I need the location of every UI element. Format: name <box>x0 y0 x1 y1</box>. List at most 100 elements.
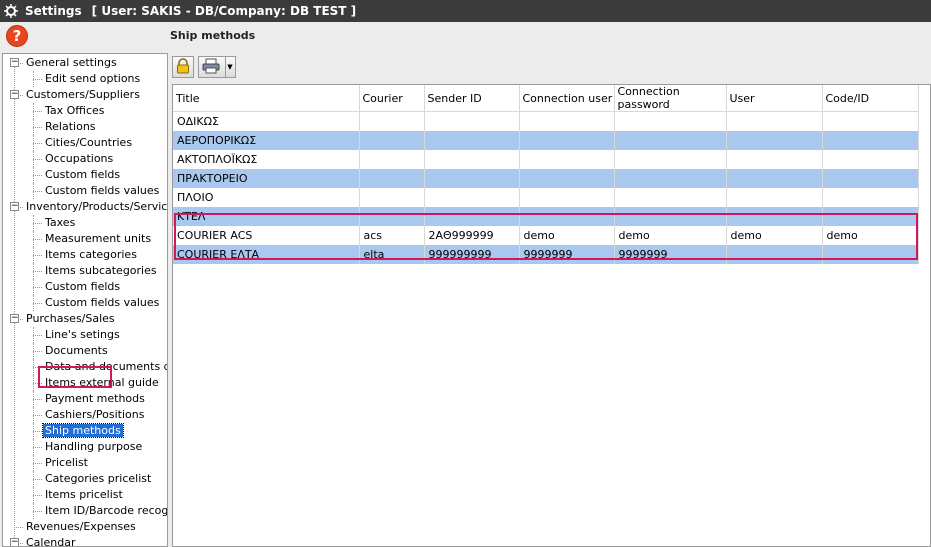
empty-cell <box>519 510 615 530</box>
cell-connection-user[interactable] <box>519 130 615 150</box>
cell-courier[interactable] <box>359 130 425 150</box>
cell-courier[interactable] <box>359 111 425 131</box>
table-row[interactable]: ΑΚΤΟΠΛΟΪΚΩΣ <box>173 149 919 169</box>
tree-item[interactable]: Occupations <box>43 151 115 167</box>
cell-sender-id[interactable] <box>424 168 520 188</box>
column-header-sender-id[interactable]: Sender ID <box>424 85 520 112</box>
cell-sender-id[interactable] <box>424 111 520 131</box>
cell-user[interactable] <box>726 111 823 131</box>
tree-item[interactable]: Items categories <box>43 247 139 263</box>
empty-cell <box>614 491 727 511</box>
tree-item[interactable]: Customers/Suppliers <box>24 87 142 103</box>
tree-item[interactable]: Relations <box>43 119 98 135</box>
cell-title[interactable]: ΟΔΙΚΩΣ <box>173 111 360 131</box>
cell-connection-password[interactable] <box>614 149 727 169</box>
cell-user[interactable] <box>726 187 823 207</box>
column-header-code-id[interactable]: Code/ID <box>822 85 919 112</box>
cell-sender-id[interactable] <box>424 149 520 169</box>
tree-item[interactable]: Line's setings <box>43 327 122 343</box>
tree-item[interactable]: Custom fields <box>43 167 122 183</box>
cell-sender-id[interactable] <box>424 187 520 207</box>
cell-connection-user[interactable] <box>519 168 615 188</box>
tree-item[interactable]: Items pricelist <box>43 487 125 503</box>
cell-connection-user[interactable] <box>519 111 615 131</box>
tree-branch-line <box>33 487 34 503</box>
tree-item[interactable]: Calendar <box>24 535 77 546</box>
tree-item[interactable]: Tax Offices <box>43 103 107 119</box>
cell-code-id[interactable] <box>822 149 919 169</box>
tree-connector <box>33 447 42 448</box>
tree-item[interactable]: Payment methods <box>43 391 147 407</box>
cell-title[interactable]: ΑΕΡΟΠΟΡΙΚΩΣ <box>173 130 360 150</box>
tree-expander-icon[interactable]: − <box>10 538 19 546</box>
tree-item[interactable]: Categories pricelist <box>43 471 153 487</box>
tree-item[interactable]: Cities/Countries <box>43 135 134 151</box>
empty-row <box>173 301 919 321</box>
cell-title[interactable]: ΠΛΟΙΟ <box>173 187 360 207</box>
cell-code-id[interactable] <box>822 187 919 207</box>
cell-title[interactable]: ΠΡΑΚΤΟΡΕΙΟ <box>173 168 360 188</box>
tree-item[interactable]: Cashiers/Positions <box>43 407 146 423</box>
cell-code-id[interactable] <box>822 130 919 150</box>
cell-sender-id[interactable] <box>424 130 520 150</box>
tree-expander-icon[interactable]: − <box>10 58 19 67</box>
tree-item[interactable]: Handling purpose <box>43 439 144 455</box>
cell-title[interactable]: ΑΚΤΟΠΛΟΪΚΩΣ <box>173 149 360 169</box>
cell-connection-user[interactable] <box>519 187 615 207</box>
tree-item[interactable]: Measurement units <box>43 231 153 247</box>
cell-courier[interactable] <box>359 168 425 188</box>
cell-courier[interactable] <box>359 187 425 207</box>
tree-item[interactable]: Taxes <box>43 215 77 231</box>
tree-expander-icon[interactable]: − <box>10 314 19 323</box>
tree-item[interactable]: Documents <box>43 343 110 359</box>
cell-user[interactable] <box>726 168 823 188</box>
tree-item[interactable]: Ship methods <box>42 423 124 439</box>
tree-item[interactable]: Item ID/Barcode recognize <box>43 503 167 519</box>
cell-courier[interactable] <box>359 149 425 169</box>
tree-item[interactable]: Purchases/Sales <box>24 311 117 327</box>
column-header-title[interactable]: Title <box>173 85 360 112</box>
tree-item-label: General settings <box>26 56 117 69</box>
column-header-user[interactable]: User <box>726 85 823 112</box>
help-button[interactable]: ? <box>6 25 28 47</box>
print-button[interactable]: ▼ <box>198 56 236 78</box>
cell-code-id[interactable] <box>822 111 919 131</box>
cell-code-id[interactable] <box>822 168 919 188</box>
tree-item[interactable]: Inventory/Products/Services <box>24 199 167 215</box>
tree-item[interactable]: Custom fields values <box>43 183 161 199</box>
cell-user[interactable] <box>726 130 823 150</box>
empty-cell <box>726 453 823 473</box>
table-row[interactable]: ΟΔΙΚΩΣ <box>173 111 919 131</box>
tree-item[interactable]: Edit send options <box>43 71 142 87</box>
empty-cell <box>424 472 520 492</box>
chevron-down-icon[interactable]: ▼ <box>225 57 234 77</box>
empty-cell <box>614 358 727 378</box>
tree-connector <box>33 463 42 464</box>
empty-cell <box>173 472 360 492</box>
cell-connection-user[interactable] <box>519 149 615 169</box>
column-header-connection-user[interactable]: Connection user <box>519 85 615 112</box>
tree-item[interactable]: Pricelist <box>43 455 90 471</box>
tree-expander-icon[interactable]: − <box>10 202 19 211</box>
tree-expander-icon[interactable]: − <box>10 90 19 99</box>
empty-cell <box>726 491 823 511</box>
empty-cell <box>822 282 919 302</box>
tree-item[interactable]: Custom fields <box>43 279 122 295</box>
table-row[interactable]: ΠΡΑΚΤΟΡΕΙΟ <box>173 168 919 188</box>
table-row[interactable]: ΠΛΟΙΟ <box>173 187 919 207</box>
cell-connection-password[interactable] <box>614 187 727 207</box>
tree-item[interactable]: Items subcategories <box>43 263 159 279</box>
column-header-connection-password[interactable]: Connection password <box>614 85 727 112</box>
cell-connection-password[interactable] <box>614 111 727 131</box>
cell-user[interactable] <box>726 149 823 169</box>
cell-connection-password[interactable] <box>614 168 727 188</box>
empty-cell <box>726 434 823 454</box>
column-header-courier[interactable]: Courier <box>359 85 425 112</box>
cell-connection-password[interactable] <box>614 130 727 150</box>
tree-item[interactable]: General settings <box>24 55 119 71</box>
tree-item[interactable]: Revenues/Expenses <box>24 519 138 535</box>
tree-item[interactable]: Custom fields values <box>43 295 161 311</box>
table-row[interactable]: ΑΕΡΟΠΟΡΙΚΩΣ <box>173 130 919 150</box>
lock-button[interactable] <box>172 56 194 78</box>
empty-cell <box>424 282 520 302</box>
